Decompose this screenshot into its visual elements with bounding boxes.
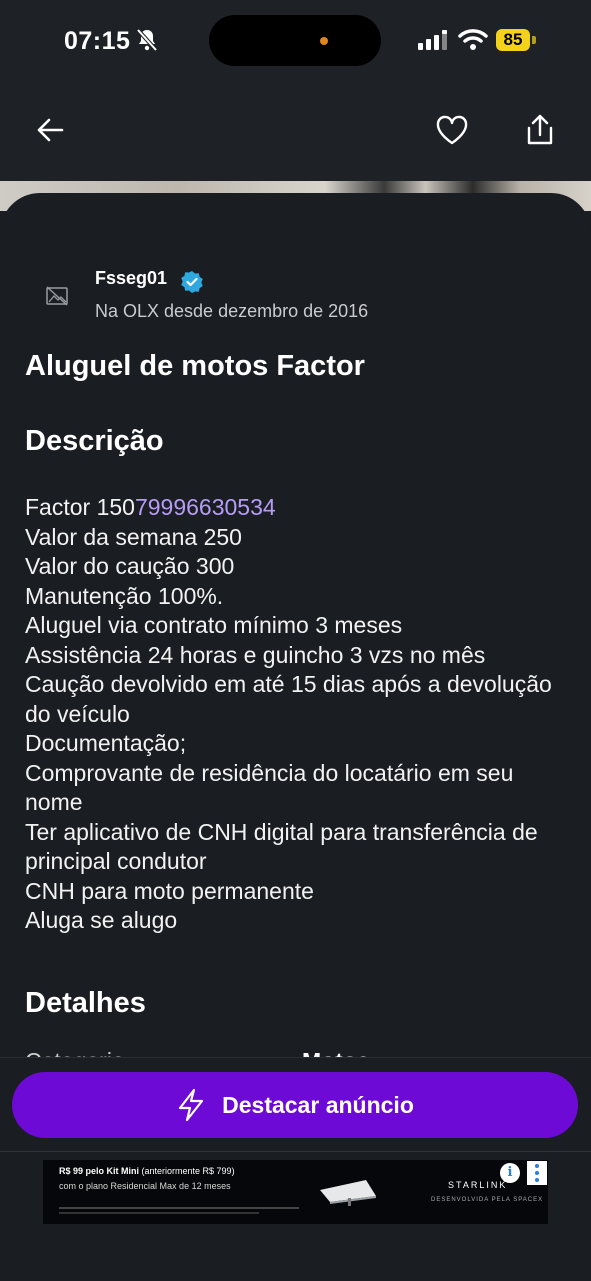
ad-headline: R$ 99 pelo Kit Mini (anteriormente R$ 79…	[59, 1166, 235, 1176]
heart-icon	[436, 115, 468, 145]
description-line: Ter aplicativo de CNH digital para trans…	[25, 818, 538, 875]
bell-muted-icon	[136, 28, 158, 52]
description-body: Factor 15079996630534 Valor da semana 25…	[25, 493, 570, 936]
footer-divider	[0, 1151, 591, 1152]
ad-headline-rest: (anteriormente R$ 799)	[139, 1166, 235, 1176]
details-heading: Detalhes	[25, 987, 146, 1019]
arrow-left-icon	[37, 118, 64, 142]
satellite-dish-image	[320, 1180, 376, 1206]
description-line: Aluga se alugo	[25, 907, 178, 933]
cellular-signal-icon	[418, 30, 447, 50]
banner-ad[interactable]: R$ 99 pelo Kit Mini (anteriormente R$ 79…	[43, 1160, 548, 1224]
description-line: CNH para moto permanente	[25, 877, 314, 904]
description-line: Valor da semana 250	[25, 523, 242, 550]
listing-title: Aluguel de motos Factor	[25, 350, 365, 382]
ad-info-icon[interactable]: i	[500, 1163, 520, 1183]
description-line: Assistência 24 horas e guincho 3 vzs no …	[25, 641, 486, 668]
dynamic-island	[209, 15, 381, 66]
ad-brand-sub: DESENVOLVIDA PELA SPACEX	[431, 1197, 544, 1203]
status-time: 07:15	[64, 27, 131, 55]
share-icon	[527, 114, 553, 145]
ad-brand: STARLINK	[448, 1180, 508, 1190]
description-line: Comprovante de residência do locatário e…	[25, 759, 514, 816]
battery-indicator: 85	[496, 29, 530, 51]
wifi-icon	[458, 29, 488, 50]
description-line: Caução devolvido em até 15 dias após a d…	[25, 671, 552, 727]
ad-options-icon[interactable]	[527, 1161, 547, 1185]
lightning-bolt-icon	[179, 1088, 204, 1122]
description-line: Valor do caução 300	[25, 553, 235, 579]
description-heading: Descrição	[25, 425, 164, 457]
ad-fine-print	[59, 1212, 259, 1214]
ad-subline: com o plano Residencial Max de 12 meses	[59, 1181, 231, 1191]
top-app-bar	[0, 80, 591, 182]
description-text: Factor 150	[25, 494, 135, 520]
description-line: Aluguel via contrato mínimo 3 meses	[25, 612, 403, 638]
description-line: Factor 15079996630534	[25, 493, 570, 523]
seller-member-since: Na OLX desde dezembro de 2016	[95, 301, 369, 321]
back-button[interactable]	[28, 108, 72, 152]
phone-number-link[interactable]: 79996630534	[135, 494, 276, 520]
highlight-ad-label: Destacar anúncio	[222, 1091, 414, 1118]
favorite-button[interactable]	[430, 108, 474, 152]
battery-nub	[532, 36, 536, 44]
avatar-placeholder-icon	[46, 286, 68, 306]
ad-fine-print	[59, 1207, 299, 1209]
seller-name[interactable]: Fsseg01	[95, 268, 167, 289]
share-button[interactable]	[518, 108, 562, 152]
description-line: Documentação;	[25, 730, 187, 756]
privacy-indicator-dot	[320, 37, 328, 45]
verified-badge-icon	[181, 271, 203, 293]
highlight-ad-button[interactable]: Destacar anúncio	[12, 1072, 578, 1138]
ad-headline-bold: R$ 99 pelo Kit Mini	[59, 1166, 140, 1176]
description-line: Manutenção 100%.	[25, 582, 224, 609]
